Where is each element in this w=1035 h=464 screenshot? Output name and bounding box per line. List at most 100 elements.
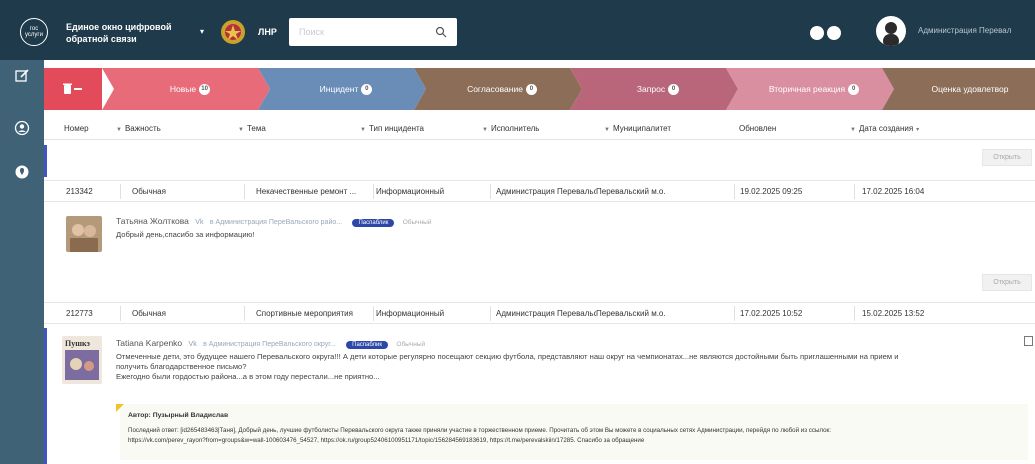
- col-updated[interactable]: Обновлен: [739, 124, 776, 133]
- open-button[interactable]: Открыть: [982, 149, 1032, 166]
- search-box[interactable]: [289, 18, 457, 46]
- search-input[interactable]: [289, 18, 419, 46]
- pipeline-toolbar: Новые 10 Инцидент 0 Согласование 0 Запрос 0 Втор…: [44, 68, 1035, 110]
- sort-icon: ▼: [850, 127, 856, 133]
- source-badge: Паспаблик: [346, 341, 389, 349]
- stage-count-badge: 0: [361, 83, 373, 95]
- incident-list: Открыть 213342 Обычная Некачественные ре…: [44, 140, 1035, 464]
- trash-icon: [63, 83, 82, 94]
- message-text: Отмеченные дети, это будущее нашего Пере…: [116, 352, 899, 381]
- gosuslugi-logo[interactable]: гос услуги: [20, 18, 48, 46]
- sort-icon: ▼: [604, 127, 610, 133]
- location-icon[interactable]: [14, 164, 30, 180]
- stage-label-5[interactable]: Оценка удовлетвор: [894, 68, 1035, 110]
- vk-icon: Vk: [188, 341, 197, 348]
- stage-count-badge: 0: [848, 83, 860, 95]
- top-header: гос услуги Единое окно цифровой обратной…: [0, 0, 1035, 60]
- stage-name: Согласование: [467, 84, 523, 94]
- stage-name: Инцидент: [319, 84, 359, 94]
- user-avatar[interactable]: [876, 16, 906, 46]
- table-row[interactable]: 212773 Обычная Спортивные мероприятия Ин…: [44, 302, 1035, 324]
- author-name[interactable]: Tatiana Karpenko: [116, 338, 182, 348]
- stage-label-3[interactable]: Запрос 0: [582, 68, 734, 110]
- sort-icon: ▼: [238, 127, 244, 133]
- col-importance[interactable]: ▼ Важность: [116, 124, 161, 133]
- table-header: Номер ▼ Важность ▼ Тема ▼ Тип инцидента ▼ Ис…: [44, 118, 1035, 140]
- message-header: Татьяна Жолткова Vk в Администрация Пере…: [116, 216, 431, 227]
- stage-label-2[interactable]: Согласование 0: [426, 68, 578, 110]
- cell-type: Информационный: [376, 187, 445, 196]
- cell-number: 213342: [66, 187, 93, 196]
- selection-indicator: [44, 328, 47, 464]
- account-icon[interactable]: [14, 120, 30, 136]
- reply-author: Автор: Пузырный Владислав: [128, 412, 229, 419]
- notifications-icon[interactable]: [827, 26, 841, 40]
- cell-topic: Некачественные ремонт ...: [256, 187, 357, 196]
- cell-updated: 19.02.2025 09:25: [740, 187, 803, 196]
- kind-label: Обычный: [402, 219, 432, 226]
- reply-text: Последний ответ: [id265483463|Таня], Доб…: [128, 427, 831, 444]
- cell-executor: Администрация Перевальск: [496, 309, 596, 318]
- stage-label-4[interactable]: Вторичная реакция 0: [738, 68, 890, 110]
- message-header: Tatiana Karpenko Vk в Администрация Пере…: [116, 338, 425, 349]
- recipient-org: в Администрация ПереВальского райо...: [209, 219, 343, 226]
- user-photo: Пушкэ: [62, 336, 102, 384]
- app-title[interactable]: Единое окно цифровой обратной связи: [66, 21, 172, 45]
- sort-icon: ▼: [360, 127, 366, 133]
- expand-icon[interactable]: [1024, 336, 1033, 346]
- cell-topic: Спортивные мероприятия: [256, 309, 353, 318]
- stage-name: Оценка удовлетвор: [931, 84, 1009, 94]
- sort-icon: ▼: [116, 127, 122, 133]
- author-name[interactable]: Татьяна Жолткова: [116, 216, 189, 226]
- delete-button[interactable]: [44, 68, 102, 110]
- search-icon[interactable]: [435, 26, 447, 38]
- sort-icon: ▼: [482, 127, 488, 133]
- stage-name: Новые: [169, 84, 197, 94]
- cell-importance: Обычная: [132, 309, 166, 318]
- header-icons: [810, 26, 841, 40]
- help-icon[interactable]: [810, 26, 824, 40]
- stage-label-1[interactable]: Инцидент 0: [270, 68, 422, 110]
- cell-municipality: Перевальский м.о.: [596, 309, 666, 318]
- selection-indicator: [44, 145, 47, 177]
- user-silhouette-icon: [883, 22, 899, 46]
- message-text: Добрый день,спасибо за информацию!: [116, 230, 255, 239]
- stage-name: Вторичная реакция: [768, 84, 846, 94]
- source-badge: Паспаблик: [352, 219, 395, 227]
- edit-icon[interactable]: [14, 68, 30, 84]
- logo-text: гос услуги: [25, 26, 43, 38]
- stage-name: Запрос: [636, 84, 666, 94]
- col-executor[interactable]: ▼ Исполнитель: [482, 124, 539, 133]
- photo-caption: Пушкэ: [65, 339, 90, 348]
- col-municipality[interactable]: ▼ Муниципалитет: [604, 124, 671, 133]
- last-reply: Автор: Пузырный Владислав Последний отве…: [116, 404, 1028, 460]
- col-topic[interactable]: ▼ Тема: [238, 124, 266, 133]
- region-label[interactable]: ЛНР: [258, 27, 277, 37]
- cell-updated: 17.02.2025 10:52: [740, 309, 803, 318]
- reply-flag-icon: [116, 404, 124, 412]
- vk-icon: Vk: [195, 219, 204, 226]
- chevron-down-icon: ▾: [916, 127, 920, 133]
- sidebar: [0, 60, 44, 464]
- coat-of-arms-icon: [221, 20, 245, 44]
- open-button[interactable]: Открыть: [982, 274, 1032, 291]
- cell-executor: Администрация Перевальск: [496, 187, 596, 196]
- stage-count-badge: 0: [525, 83, 537, 95]
- col-incident-type[interactable]: ▼ Тип инцидента: [360, 124, 424, 133]
- chevron-down-icon[interactable]: ▾: [200, 27, 204, 36]
- kind-label: Обычный: [396, 341, 426, 348]
- stage-count-badge: 0: [668, 83, 680, 95]
- cell-type: Информационный: [376, 309, 445, 318]
- app-title-line1: Единое окно цифровой: [66, 22, 172, 32]
- col-created[interactable]: ▼ Дата создания ▾: [850, 124, 922, 133]
- user-photo: [66, 216, 102, 252]
- cell-created: 17.02.2025 16:04: [862, 187, 925, 196]
- user-name[interactable]: Администрация Перевал: [918, 26, 1011, 35]
- cell-municipality: Перевальский м.о.: [596, 187, 666, 196]
- recipient-org: в Администрация ПереВальского округ...: [203, 341, 336, 348]
- table-row[interactable]: 213342 Обычная Некачественные ремонт ...…: [44, 180, 1035, 202]
- stage-count-badge: 10: [199, 83, 211, 95]
- stage-label-0[interactable]: Новые 10: [114, 68, 266, 110]
- col-number[interactable]: Номер: [64, 124, 89, 133]
- cell-importance: Обычная: [132, 187, 166, 196]
